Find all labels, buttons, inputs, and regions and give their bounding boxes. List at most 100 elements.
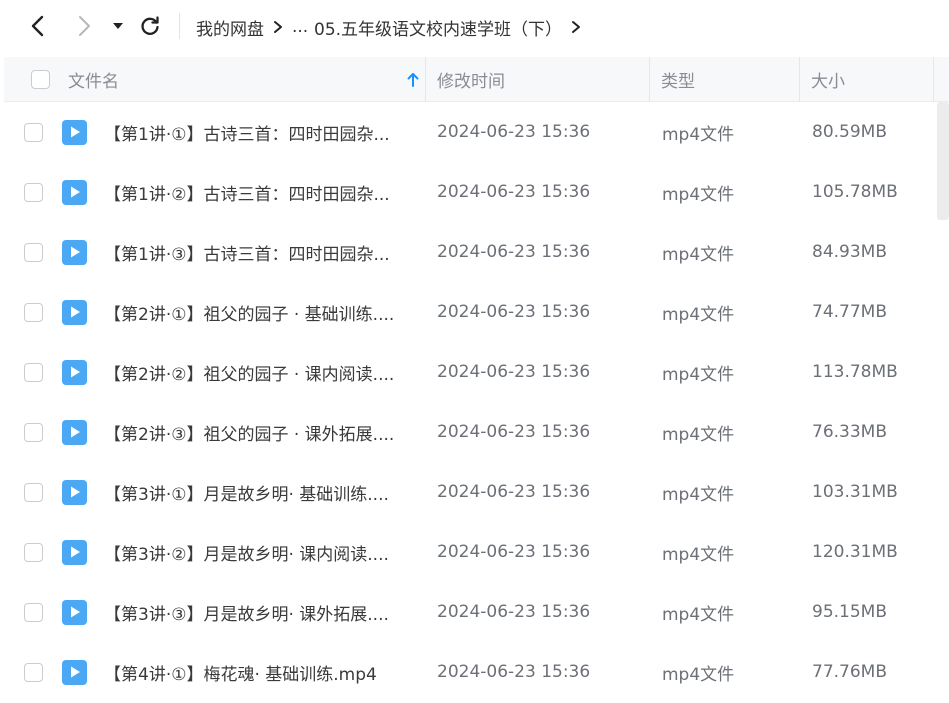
file-size: 74.77MB bbox=[812, 302, 887, 322]
table-row[interactable]: 【第3讲·③】月是故乡明· 课外拓展.... 2024-06-23 15:36 … bbox=[0, 582, 949, 642]
caret-down-icon bbox=[113, 23, 123, 29]
file-name[interactable]: 【第3讲·③】月是故乡明· 课外拓展.... bbox=[104, 582, 414, 642]
file-modified: 2024-06-23 15:36 bbox=[437, 602, 591, 622]
file-size: 113.78MB bbox=[812, 362, 898, 382]
toolbar-divider bbox=[179, 13, 180, 39]
video-file-icon bbox=[62, 359, 87, 385]
scrollbar-thumb[interactable] bbox=[937, 102, 949, 220]
chevron-left-icon bbox=[31, 15, 44, 37]
table-row[interactable]: 【第1讲·②】古诗三首：四时田园杂... 2024-06-23 15:36 mp… bbox=[0, 162, 949, 222]
file-modified: 2024-06-23 15:36 bbox=[437, 542, 591, 562]
breadcrumb-root[interactable]: 我的网盘 bbox=[196, 15, 264, 40]
file-type: mp4文件 bbox=[662, 184, 735, 205]
file-name[interactable]: 【第3讲·①】月是故乡明· 基础训练.... bbox=[104, 462, 414, 522]
column-size[interactable]: 大小 bbox=[811, 57, 931, 102]
file-name[interactable]: 【第2讲·①】祖父的园子 · 基础训练.... bbox=[104, 282, 414, 342]
row-checkbox[interactable] bbox=[24, 302, 43, 322]
row-checkbox[interactable] bbox=[24, 662, 43, 682]
file-modified: 2024-06-23 15:36 bbox=[437, 302, 591, 322]
file-name[interactable]: 【第1讲·③】古诗三首：四时田园杂... bbox=[104, 222, 414, 282]
column-size-label: 大小 bbox=[811, 72, 845, 92]
file-modified: 2024-06-23 15:36 bbox=[437, 182, 591, 202]
row-select-cell bbox=[24, 282, 44, 342]
file-type: mp4文件 bbox=[662, 424, 735, 445]
forward-button[interactable] bbox=[70, 12, 98, 40]
row-select-cell bbox=[24, 342, 44, 402]
file-type: mp4文件 bbox=[662, 604, 735, 625]
table-row[interactable]: 【第4讲·①】梅花魂· 基础训练.mp4 2024-06-23 15:36 mp… bbox=[0, 642, 949, 702]
row-icon-cell bbox=[62, 162, 88, 222]
column-divider[interactable] bbox=[799, 57, 800, 102]
row-select-cell bbox=[24, 222, 44, 282]
file-modified: 2024-06-23 15:36 bbox=[437, 662, 591, 682]
row-icon-cell bbox=[62, 402, 88, 462]
row-checkbox[interactable] bbox=[24, 242, 43, 262]
breadcrumb-expand-icon[interactable] bbox=[562, 17, 590, 37]
column-divider[interactable] bbox=[933, 57, 934, 102]
table-row[interactable]: 【第3讲·①】月是故乡明· 基础训练.... 2024-06-23 15:36 … bbox=[0, 462, 949, 522]
file-modified: 2024-06-23 15:36 bbox=[437, 422, 591, 442]
history-dropdown-button[interactable] bbox=[106, 12, 130, 40]
table-row[interactable]: 【第1讲·①】古诗三首：四时田园杂... 2024-06-23 15:36 mp… bbox=[0, 102, 949, 162]
row-checkbox[interactable] bbox=[24, 482, 43, 502]
row-icon-cell bbox=[62, 642, 88, 702]
row-checkbox[interactable] bbox=[24, 362, 43, 382]
file-name[interactable]: 【第3讲·②】月是故乡明· 课内阅读.... bbox=[104, 522, 414, 582]
column-name-label: 文件名 bbox=[68, 72, 119, 92]
file-size: 77.76MB bbox=[812, 662, 887, 682]
video-file-icon bbox=[62, 659, 87, 685]
file-type: mp4文件 bbox=[662, 364, 735, 385]
file-name[interactable]: 【第1讲·①】古诗三首：四时田园杂... bbox=[104, 102, 414, 162]
file-name[interactable]: 【第2讲·②】祖父的园子 · 课内阅读.... bbox=[104, 342, 414, 402]
table-row[interactable]: 【第2讲·③】祖父的园子 · 课外拓展.... 2024-06-23 15:36… bbox=[0, 402, 949, 462]
file-modified: 2024-06-23 15:36 bbox=[437, 122, 591, 142]
file-name[interactable]: 【第1讲·②】古诗三首：四时田园杂... bbox=[104, 162, 414, 222]
breadcrumb-current[interactable]: 05.五年级语文校内速学班（下） bbox=[314, 15, 562, 40]
file-name[interactable]: 【第4讲·①】梅花魂· 基础训练.mp4 bbox=[104, 642, 414, 702]
breadcrumb-ellipsis[interactable]: ... bbox=[292, 17, 314, 37]
toolbar: 我的网盘 ... 05.五年级语文校内速学班（下） bbox=[0, 0, 949, 54]
video-file-icon bbox=[62, 119, 87, 145]
file-name[interactable]: 【第2讲·③】祖父的园子 · 课外拓展.... bbox=[104, 402, 414, 462]
file-type: mp4文件 bbox=[662, 544, 735, 565]
breadcrumb: 我的网盘 ... 05.五年级语文校内速学班（下） bbox=[196, 0, 590, 54]
file-size: 105.78MB bbox=[812, 182, 898, 202]
video-file-icon bbox=[62, 599, 87, 625]
select-all-cell bbox=[31, 57, 50, 102]
row-select-cell bbox=[24, 582, 44, 642]
select-all-checkbox[interactable] bbox=[31, 70, 50, 89]
column-divider[interactable] bbox=[425, 57, 426, 102]
row-checkbox[interactable] bbox=[24, 422, 43, 442]
table-row[interactable]: 【第1讲·③】古诗三首：四时田园杂... 2024-06-23 15:36 mp… bbox=[0, 222, 949, 282]
row-icon-cell bbox=[62, 102, 88, 162]
file-size: 103.31MB bbox=[812, 482, 898, 502]
row-select-cell bbox=[24, 402, 44, 462]
back-button[interactable] bbox=[24, 12, 52, 40]
refresh-button[interactable] bbox=[136, 12, 164, 40]
row-checkbox[interactable] bbox=[24, 182, 43, 202]
table-row[interactable]: 【第2讲·②】祖父的园子 · 课内阅读.... 2024-06-23 15:36… bbox=[0, 342, 949, 402]
breadcrumb-separator-icon bbox=[264, 17, 292, 37]
column-modified[interactable]: 修改时间 bbox=[437, 57, 647, 102]
file-type: mp4文件 bbox=[662, 244, 735, 265]
table-row[interactable]: 【第2讲·①】祖父的园子 · 基础训练.... 2024-06-23 15:36… bbox=[0, 282, 949, 342]
file-modified: 2024-06-23 15:36 bbox=[437, 362, 591, 382]
row-checkbox[interactable] bbox=[24, 602, 43, 622]
video-file-icon bbox=[62, 419, 87, 445]
video-file-icon bbox=[62, 239, 87, 265]
row-select-cell bbox=[24, 102, 44, 162]
row-icon-cell bbox=[62, 342, 88, 402]
file-modified: 2024-06-23 15:36 bbox=[437, 242, 591, 262]
row-icon-cell bbox=[62, 282, 88, 342]
column-divider[interactable] bbox=[649, 57, 650, 102]
row-checkbox[interactable] bbox=[24, 542, 43, 562]
column-name[interactable]: 文件名 bbox=[68, 57, 423, 102]
file-modified: 2024-06-23 15:36 bbox=[437, 482, 591, 502]
table-row[interactable]: 【第3讲·②】月是故乡明· 课内阅读.... 2024-06-23 15:36 … bbox=[0, 522, 949, 582]
column-type[interactable]: 类型 bbox=[661, 57, 796, 102]
row-checkbox[interactable] bbox=[24, 122, 43, 142]
file-type: mp4文件 bbox=[662, 664, 735, 685]
file-list-header: 文件名 修改时间 类型 大小 bbox=[4, 57, 949, 102]
sort-ascending-icon bbox=[407, 73, 419, 87]
file-size: 80.59MB bbox=[812, 122, 887, 142]
